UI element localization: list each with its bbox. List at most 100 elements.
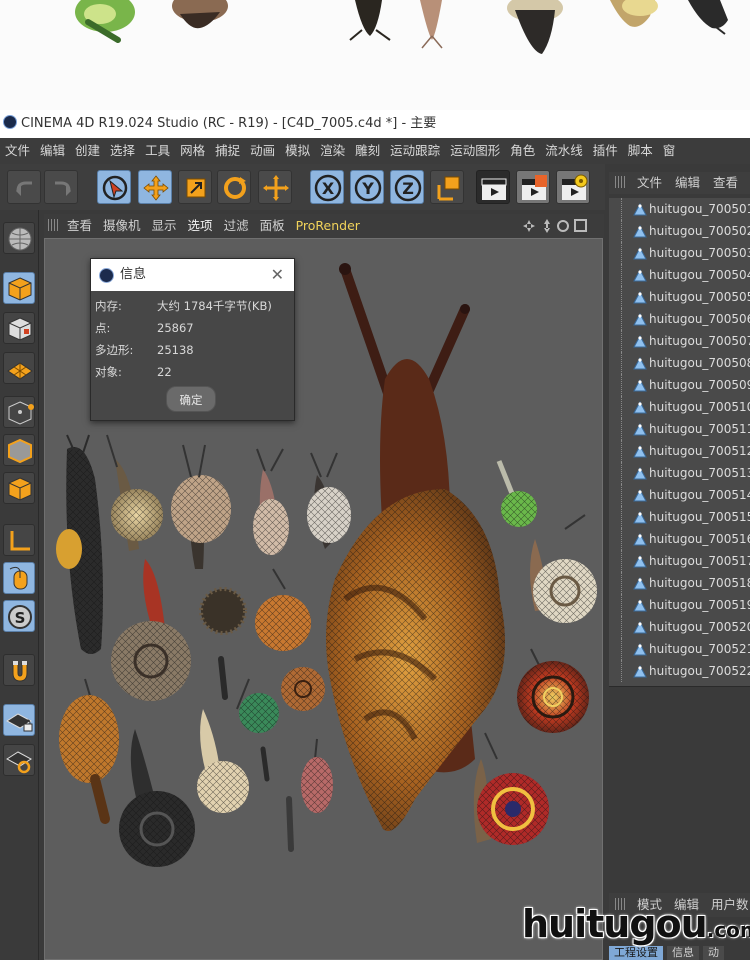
menu-script[interactable]: 脚本	[628, 143, 653, 158]
transform-tool-button[interactable]	[258, 170, 292, 204]
object-row[interactable]: huitugou_700515	[609, 506, 750, 528]
object-row[interactable]: huitugou_700507	[609, 330, 750, 352]
menu-select[interactable]: 选择	[110, 143, 135, 158]
edges-mode-button[interactable]	[3, 434, 35, 466]
polygons-mode-button[interactable]	[3, 472, 35, 504]
object-name: huitugou_700507	[649, 334, 750, 348]
scale-tool-button[interactable]	[178, 170, 212, 204]
menu-plugins[interactable]: 插件	[593, 143, 618, 158]
mouse-icon	[9, 566, 28, 590]
viewport-menu-panel[interactable]: 面板	[260, 218, 285, 233]
object-row[interactable]: huitugou_700510	[609, 396, 750, 418]
menu-render[interactable]: 渲染	[320, 143, 345, 158]
object-row[interactable]: huitugou_700516	[609, 528, 750, 550]
drag-grip-icon[interactable]	[48, 219, 60, 231]
menu-snap[interactable]: 捕捉	[215, 143, 240, 158]
menu-animate[interactable]: 动画	[250, 143, 275, 158]
object-row[interactable]: huitugou_700501	[609, 198, 750, 220]
workplane-mode-button[interactable]	[3, 352, 35, 384]
move-tool-button[interactable]	[138, 170, 172, 204]
model-dark-slug-snail	[56, 434, 103, 654]
menu-character[interactable]: 角色	[510, 143, 535, 158]
info-value: 25867	[157, 321, 194, 335]
planar-workplane-button[interactable]	[3, 744, 35, 776]
om-menu-edit[interactable]: 编辑	[675, 175, 700, 190]
viewport-menu-options[interactable]: 选项	[188, 218, 213, 233]
menu-mograph[interactable]: 运动图形	[450, 143, 500, 158]
make-editable-button[interactable]	[3, 222, 35, 254]
object-row[interactable]: huitugou_700518	[609, 572, 750, 594]
menu-file[interactable]: 文件	[5, 143, 30, 158]
viewport-menu-view[interactable]: 查看	[67, 218, 92, 233]
viewport-menu-filter[interactable]: 过滤	[224, 218, 249, 233]
locked-grid-icon	[6, 713, 33, 732]
viewport-menu-display[interactable]: 显示	[152, 218, 177, 233]
coordinate-system-button[interactable]	[430, 170, 464, 204]
redo-button[interactable]	[44, 170, 78, 204]
menu-tools[interactable]: 工具	[145, 143, 170, 158]
ok-button[interactable]: 确定	[166, 386, 216, 412]
om-menu-file[interactable]: 文件	[637, 175, 662, 190]
menu-motion-tracker[interactable]: 运动跟踪	[390, 143, 440, 158]
axis-mode-button[interactable]	[3, 524, 35, 556]
model-red-head-snail	[111, 559, 191, 701]
object-row[interactable]: huitugou_700514	[609, 484, 750, 506]
viewport-menu-prorender[interactable]: ProRender	[296, 218, 360, 233]
object-row[interactable]: huitugou_700505	[609, 286, 750, 308]
object-row[interactable]: huitugou_700502	[609, 220, 750, 242]
render-view-button[interactable]	[476, 170, 510, 204]
object-row[interactable]: huitugou_700509	[609, 374, 750, 396]
points-mode-button[interactable]	[3, 396, 35, 428]
tweak-mode-button[interactable]	[3, 562, 35, 594]
close-icon[interactable]: ✕	[271, 259, 284, 291]
texture-mode-button[interactable]	[3, 312, 35, 344]
menu-sculpt[interactable]: 雕刻	[355, 143, 380, 158]
model-mode-button[interactable]	[3, 272, 35, 304]
object-row[interactable]: huitugou_700520	[609, 616, 750, 638]
axis-icon	[10, 531, 30, 551]
object-row[interactable]: huitugou_700517	[609, 550, 750, 572]
rotate-tool-button[interactable]	[217, 170, 251, 204]
drag-grip-icon[interactable]	[615, 176, 627, 188]
menu-edit[interactable]: 编辑	[40, 143, 65, 158]
object-row[interactable]: huitugou_700504	[609, 264, 750, 286]
tree-line	[621, 286, 632, 308]
svg-text:S: S	[15, 609, 26, 627]
main-toolbar: X Y Z	[0, 164, 605, 210]
orbit-icon	[557, 220, 569, 232]
object-row[interactable]: huitugou_700511	[609, 418, 750, 440]
render-picture-viewer-button[interactable]	[516, 170, 550, 204]
snap-button[interactable]	[3, 654, 35, 686]
z-axis-lock-button[interactable]: Z	[390, 170, 424, 204]
lock-workplane-button[interactable]	[3, 704, 35, 736]
tree-line	[621, 220, 632, 242]
grid-plane-icon	[7, 362, 33, 380]
menu-simulate[interactable]: 模拟	[285, 143, 310, 158]
x-axis-lock-button[interactable]: X	[310, 170, 344, 204]
object-row[interactable]: huitugou_700521	[609, 638, 750, 660]
model-cream-spiral-snail	[530, 514, 597, 623]
object-row[interactable]: huitugou_700519	[609, 594, 750, 616]
object-row[interactable]: huitugou_700513	[609, 462, 750, 484]
undo-button[interactable]	[7, 170, 41, 204]
dialog-title-bar[interactable]: 信息 ✕	[91, 259, 294, 291]
y-axis-lock-button[interactable]: Y	[350, 170, 384, 204]
menu-pipeline[interactable]: 流水线	[545, 143, 583, 158]
object-row[interactable]: huitugou_700508	[609, 352, 750, 374]
solo-mode-button[interactable]: S	[3, 600, 35, 632]
object-row[interactable]: huitugou_700506	[609, 308, 750, 330]
object-row[interactable]: huitugou_700512	[609, 440, 750, 462]
viewport-menu-cameras[interactable]: 摄像机	[103, 218, 141, 233]
object-row[interactable]: huitugou_700522	[609, 660, 750, 682]
object-row[interactable]: huitugou_700503	[609, 242, 750, 264]
model-hairy-snail	[199, 587, 247, 635]
menu-window[interactable]: 窗	[663, 143, 676, 158]
main-menu-bar: 文件 编辑 创建 选择 工具 网格 捕捉 动画 模拟 渲染 雕刻 运动跟踪 运动图形 角色 流水线 插件 脚本窗	[0, 138, 750, 164]
menu-create[interactable]: 创建	[75, 143, 100, 158]
om-menu-view[interactable]: 查看	[713, 175, 738, 190]
menu-mesh[interactable]: 网格	[180, 143, 205, 158]
tree-line	[621, 330, 632, 352]
live-selection-button[interactable]	[97, 170, 131, 204]
model-pink-striped-snail	[301, 738, 333, 813]
render-settings-button[interactable]	[556, 170, 590, 204]
